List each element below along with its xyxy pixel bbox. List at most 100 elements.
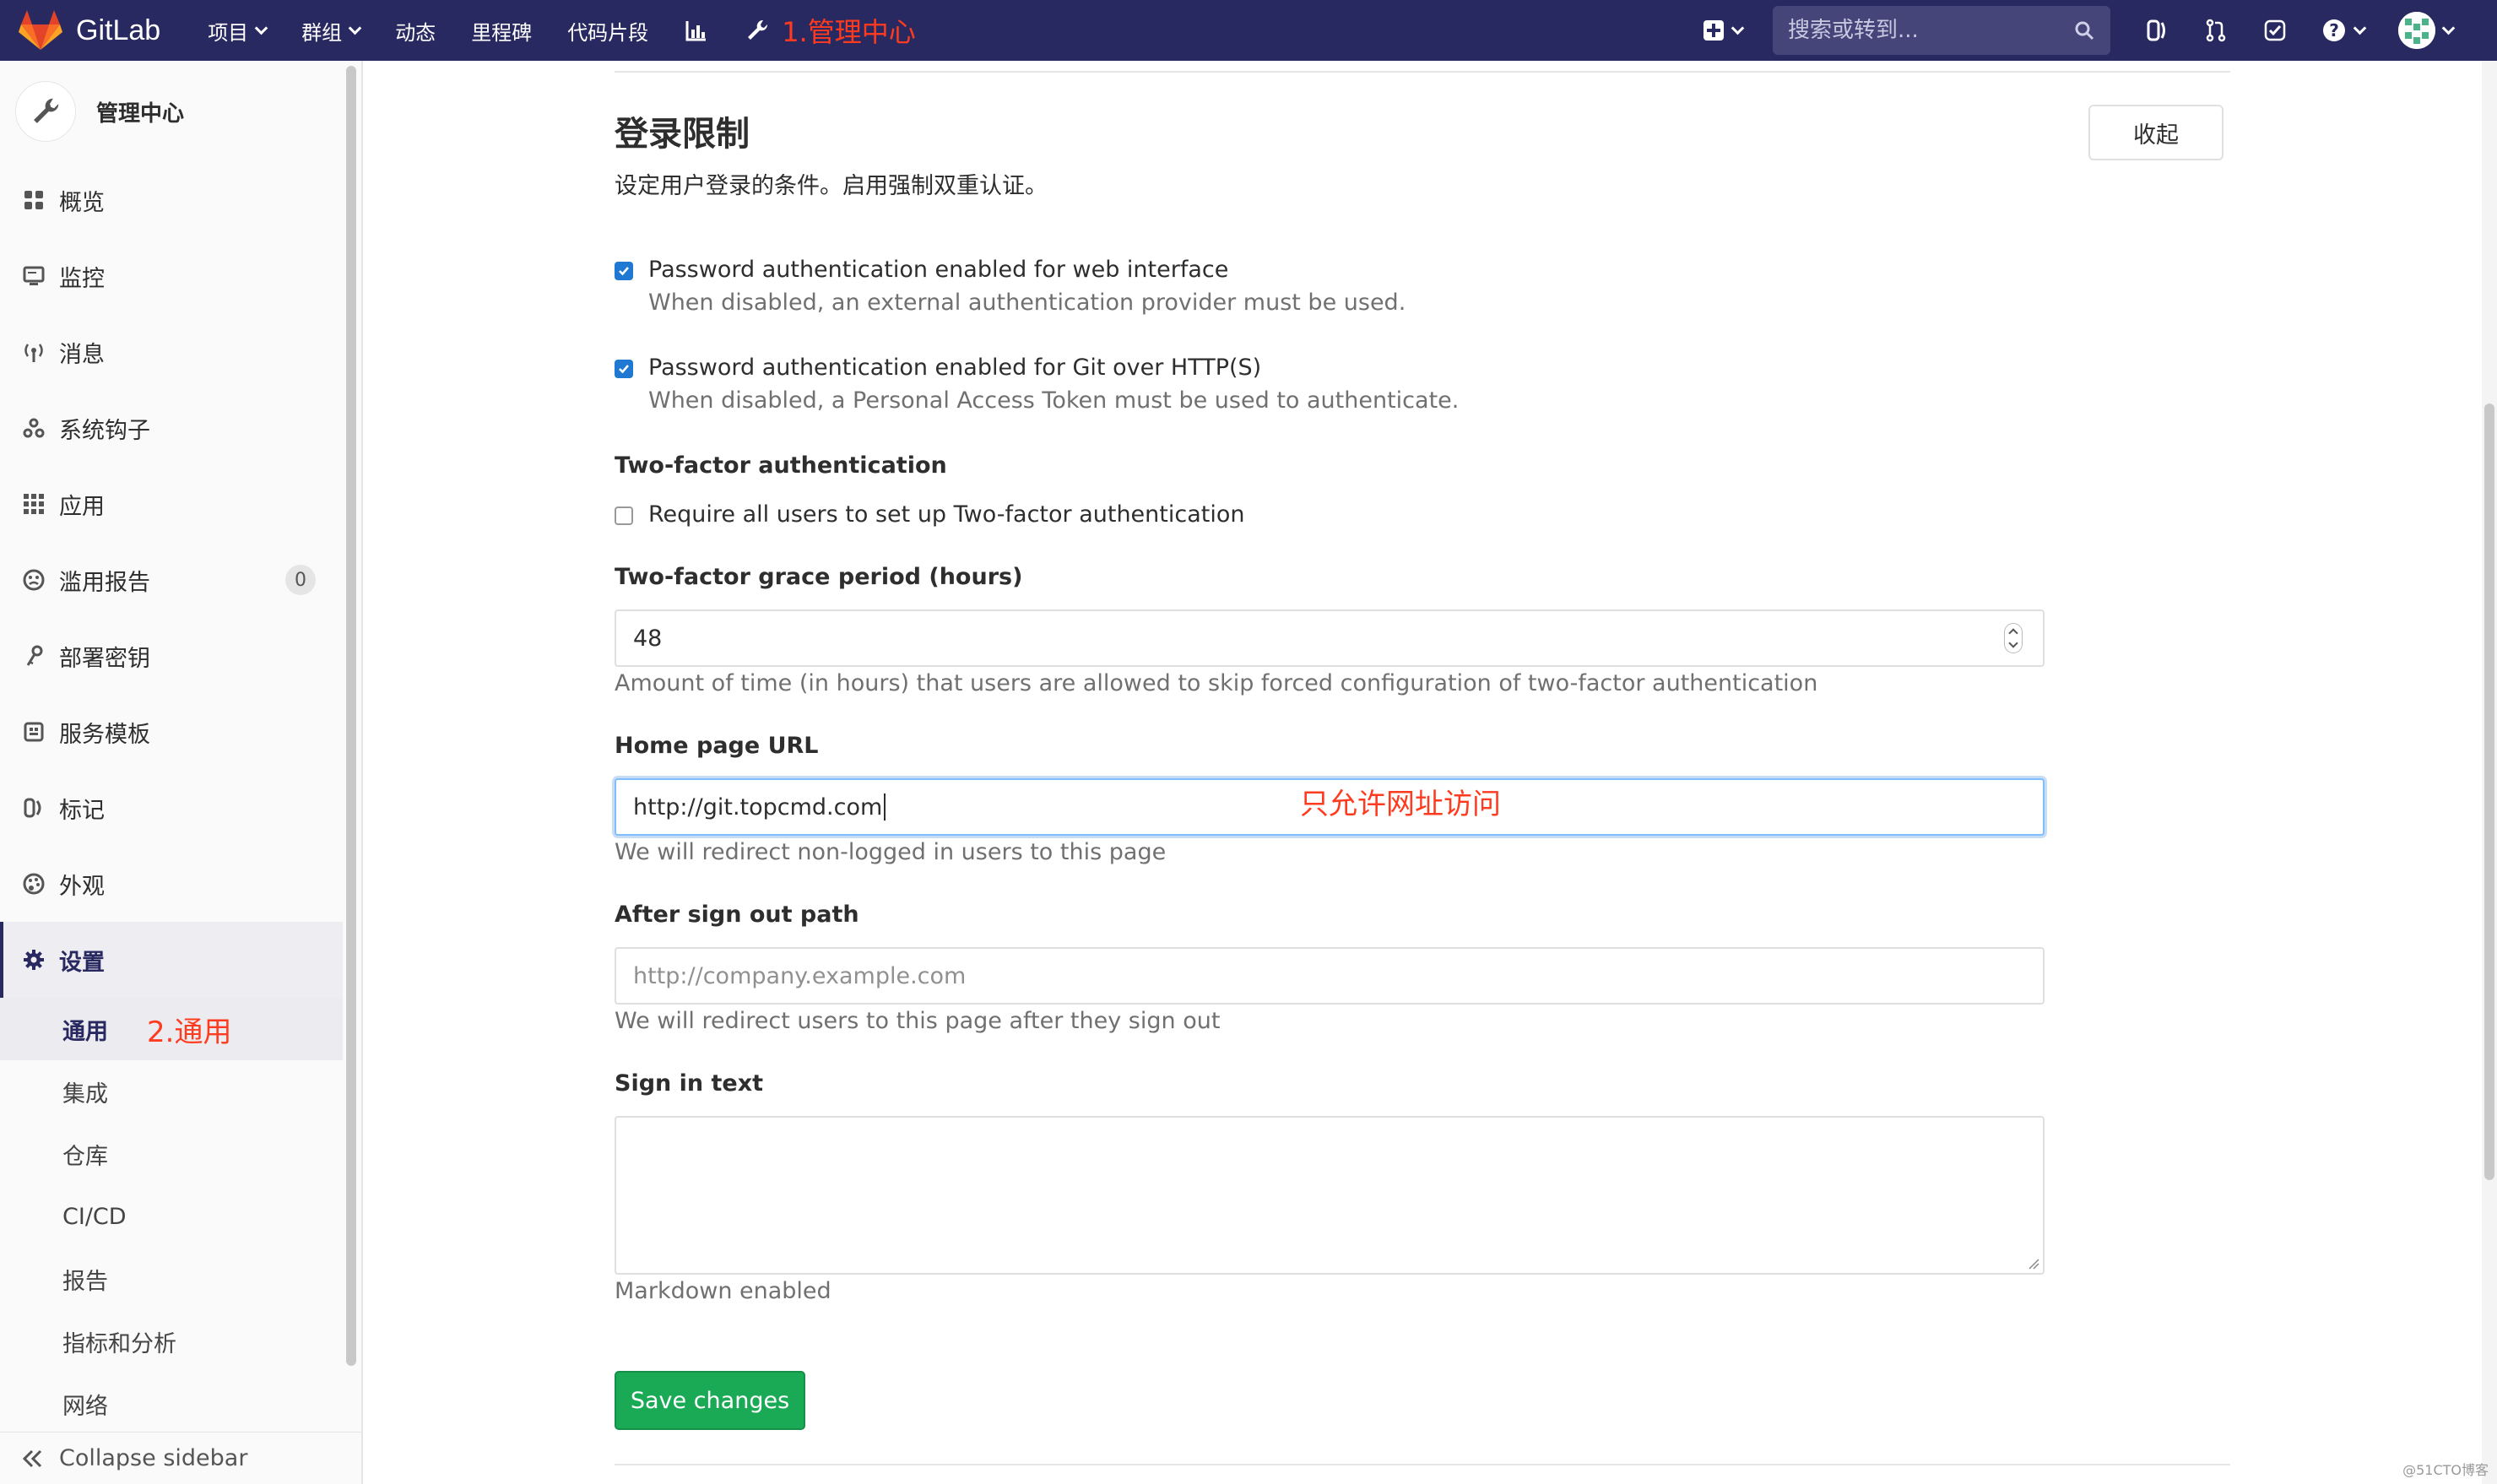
search-box[interactable] (1773, 6, 2110, 55)
collapse-section-button[interactable]: 收起 (2088, 105, 2223, 160)
nav-milestones[interactable]: 里程碑 (471, 16, 532, 46)
todo-check-icon (2264, 19, 2286, 41)
gitlab-logo-icon (19, 10, 62, 50)
template-icon (24, 722, 44, 742)
nav-snippets-label: 代码片段 (567, 20, 649, 45)
password-git-option: Password authentication enabled for Git … (615, 355, 1459, 414)
sidebar-item-label: 标记 (59, 797, 105, 824)
sidebar-scrollbar-thumb[interactable] (346, 66, 356, 1366)
brand-name: GitLab (76, 14, 161, 46)
password-web-checkbox[interactable] (615, 262, 633, 280)
two-factor-checkbox[interactable] (615, 506, 633, 525)
sidebar-subitem-integrations[interactable]: 集成 (0, 1060, 343, 1123)
section-title: 登录限制 (615, 115, 750, 154)
sidebar-item-appearance[interactable]: 外观 (0, 846, 343, 922)
new-item-dropdown[interactable] (1703, 19, 1745, 41)
password-web-text: Password authentication enabled for web … (648, 257, 1406, 316)
chevron-down-icon (2353, 21, 2367, 35)
search-input[interactable] (1788, 18, 2073, 43)
home-page-url-value: http://git.topcmd.com (633, 793, 883, 821)
section-divider-bottom (615, 1464, 2230, 1465)
sidebar-item-service-templates[interactable]: 服务模板 (0, 694, 343, 770)
sidebar-subitem-metrics[interactable]: 指标和分析 (0, 1310, 343, 1373)
monitor-icon (23, 266, 45, 285)
grace-period-help: Amount of time (in hours) that users are… (615, 670, 1818, 696)
annotation-admin-center: 1.管理中心 (782, 16, 916, 48)
search-icon (2075, 21, 2094, 41)
checkmark-icon (619, 267, 629, 276)
nav-projects[interactable]: 项目 (208, 16, 268, 46)
hook-icon (23, 418, 45, 438)
page-root: GitLab 项目 群组 动态 里程碑 代码片段 1.管理中心 搜索或转到...… (0, 0, 2497, 1484)
user-menu[interactable] (2398, 12, 2456, 49)
sidebar-title: 管理中心 (96, 100, 185, 127)
password-git-text: Password authentication enabled for Git … (648, 355, 1459, 414)
two-factor-heading: Two-factor authentication (615, 452, 947, 479)
merge-requests-button[interactable] (2203, 18, 2229, 43)
sidebar-item-system-hooks[interactable]: 系统钩子 (0, 390, 343, 466)
sidebar-subitem-label: CI/CD (62, 1203, 127, 1230)
two-factor-text: Require all users to set up Two-factor a… (648, 501, 1244, 528)
two-factor-label[interactable]: Require all users to set up Two-factor a… (648, 501, 1244, 528)
sidebar-item-label: 滥用报告 (59, 569, 150, 596)
section-divider (615, 71, 2230, 73)
sidebar-subitem-cicd[interactable]: CI/CD (0, 1185, 343, 1248)
sidebar-subitem-general[interactable]: 通用 2.通用 (0, 998, 343, 1060)
password-web-help: When disabled, an external authenticatio… (648, 290, 1406, 316)
grace-period-label: Two-factor grace period (hours) (615, 564, 1023, 590)
sidebar-item-messages[interactable]: 消息 (0, 314, 343, 390)
sidebar-subitem-network[interactable]: 网络 (0, 1373, 343, 1432)
section-description: 设定用户登录的条件。启用强制双重认证。 (615, 173, 1048, 199)
collapse-sidebar-button[interactable]: Collapse sidebar (0, 1432, 361, 1484)
navbar-right: ? (1669, 0, 2456, 61)
sign-in-text-textarea[interactable] (615, 1116, 2045, 1275)
resize-grip-icon[interactable] (2028, 1258, 2039, 1270)
nav-activity[interactable]: 动态 (395, 16, 436, 46)
sidebar-item-deploy-keys[interactable]: 部署密钥 (0, 618, 343, 694)
sidebar-item-monitoring[interactable]: 监控 (0, 238, 343, 314)
password-git-label[interactable]: Password authentication enabled for Git … (648, 355, 1459, 381)
sidebar-item-overview[interactable]: 概览 (0, 162, 343, 238)
page-scrollbar-thumb[interactable] (2484, 403, 2494, 1180)
number-stepper-icon[interactable] (2004, 623, 2023, 653)
main-content: 登录限制 设定用户登录的条件。启用强制双重认证。 收起 Password aut… (365, 61, 2472, 1484)
todos-button[interactable] (2262, 18, 2288, 43)
sidebar-header[interactable]: 管理中心 (0, 61, 343, 162)
password-web-option: Password authentication enabled for web … (615, 257, 1406, 316)
sidebar-item-applications[interactable]: 应用 (0, 466, 343, 542)
admin-sidebar: 管理中心 概览 监控 消息 系统钩子 应用 滥用报告 0 部署密钥 服务模板 标… (0, 61, 363, 1484)
password-git-checkbox[interactable] (615, 360, 633, 378)
sidebar-item-settings[interactable]: 设置 (0, 922, 343, 998)
svg-text:?: ? (2329, 20, 2339, 41)
chevron-down-icon (2441, 21, 2456, 35)
nav-chart-button[interactable] (684, 18, 709, 43)
nav-groups[interactable]: 群组 (301, 16, 362, 46)
checkmark-icon (619, 365, 629, 374)
password-web-label[interactable]: Password authentication enabled for web … (648, 257, 1406, 283)
merge-request-icon (2206, 19, 2226, 42)
sidebar-scrollbar[interactable] (346, 66, 358, 1366)
help-dropdown[interactable]: ? (2321, 18, 2367, 43)
nav-admin-area[interactable]: 1.管理中心 (745, 11, 916, 50)
save-changes-button[interactable]: Save changes (615, 1371, 805, 1430)
sidebar-item-label: 系统钩子 (59, 417, 150, 444)
sidebar-item-label: 部署密钥 (59, 645, 150, 672)
sidebar-item-labels[interactable]: 标记 (0, 770, 343, 846)
sidebar-item-label: 监控 (59, 265, 105, 292)
sidebar-subitem-repository[interactable]: 仓库 (0, 1123, 343, 1185)
double-chevron-left-icon (22, 1449, 42, 1467)
sign-out-path-input[interactable]: http://company.example.com (615, 947, 2045, 1005)
sidebar-subitem-label: 指标和分析 (62, 1330, 176, 1357)
gear-icon (24, 950, 44, 970)
page-scrollbar[interactable] (2482, 61, 2497, 1484)
issues-icon (2147, 19, 2165, 41)
issues-button[interactable] (2144, 18, 2169, 43)
nav-milestones-label: 里程碑 (471, 20, 533, 45)
grace-period-input[interactable]: 48 (615, 609, 2045, 667)
brand[interactable]: GitLab (19, 9, 208, 51)
sidebar-item-label: 概览 (59, 189, 105, 216)
sidebar-item-abuse-reports[interactable]: 滥用报告 0 (0, 542, 343, 618)
sidebar-subitem-reporting[interactable]: 报告 (0, 1248, 343, 1310)
sidebar-item-label: 设置 (59, 949, 105, 976)
nav-snippets[interactable]: 代码片段 (567, 16, 648, 46)
